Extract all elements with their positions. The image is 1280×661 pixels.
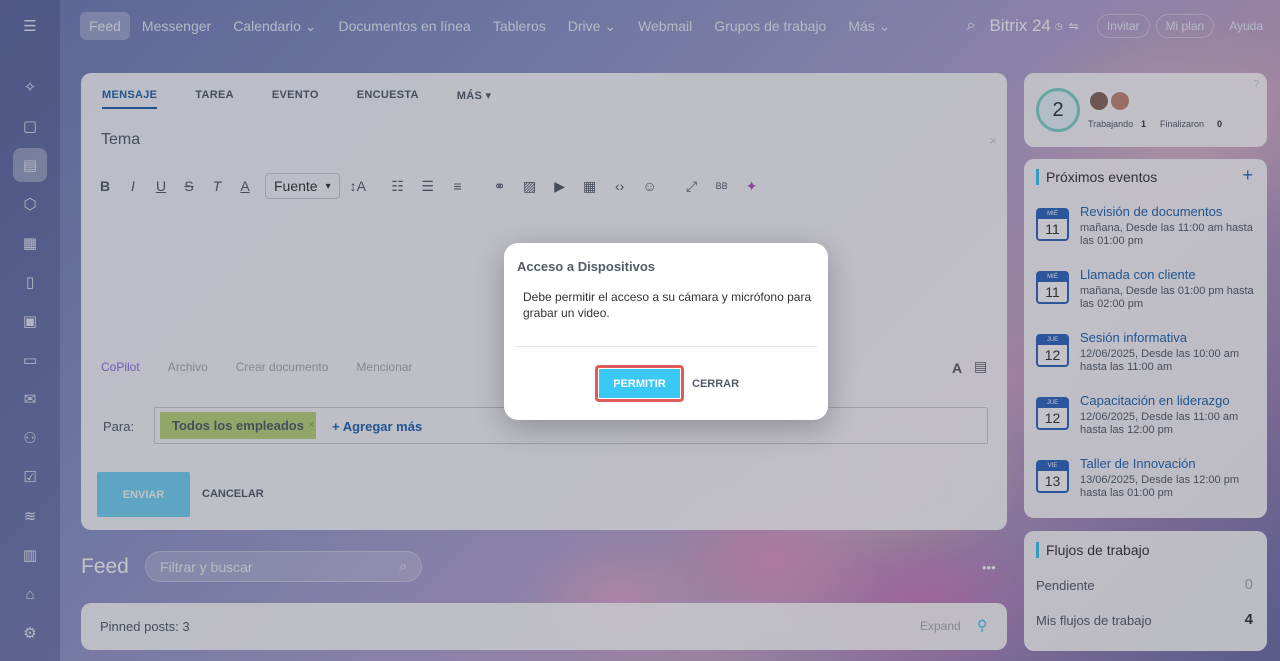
permit-button[interactable]: PERMITIR [599, 369, 680, 398]
close-button[interactable]: CERRAR [692, 378, 739, 390]
dialog-divider [515, 346, 817, 347]
dialog-message: Debe permitir el acceso a su cámara y mi… [523, 290, 812, 320]
dialog-title: Acceso a Dispositivos [517, 259, 655, 274]
device-access-dialog: Acceso a Dispositivos Debe permitir el a… [504, 243, 828, 420]
permit-button-highlight: PERMITIR [595, 365, 684, 402]
